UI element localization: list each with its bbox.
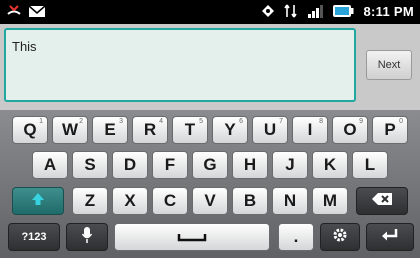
- key-d[interactable]: D: [112, 151, 148, 179]
- key-e[interactable]: E3: [92, 116, 128, 144]
- space-bar-icon: [177, 227, 207, 247]
- key-j[interactable]: J: [272, 151, 308, 179]
- key-z[interactable]: Z: [72, 187, 108, 215]
- symbols-key[interactable]: ?123: [8, 223, 60, 251]
- gear-icon: [332, 227, 348, 248]
- key-f[interactable]: F: [152, 151, 188, 179]
- compose-area: This Next: [0, 24, 420, 110]
- shift-arrow-icon: [31, 191, 45, 211]
- signal-icon: [307, 4, 324, 18]
- backspace-key[interactable]: [356, 187, 408, 215]
- key-y[interactable]: Y6: [212, 116, 248, 144]
- key-p[interactable]: P0: [372, 116, 408, 144]
- key-o[interactable]: O9: [332, 116, 368, 144]
- key-x[interactable]: X: [112, 187, 148, 215]
- shift-key[interactable]: [12, 187, 64, 215]
- key-i[interactable]: I8: [292, 116, 328, 144]
- key-c[interactable]: C: [152, 187, 188, 215]
- key-r[interactable]: R4: [132, 116, 168, 144]
- enter-key[interactable]: [366, 223, 414, 251]
- clock: 8:11 PM: [363, 3, 414, 19]
- key-g[interactable]: G: [192, 151, 228, 179]
- soft-keyboard: Q1 W2 E3 R4 T5 Y6 U7 I8 O9 P0 A S D F G …: [0, 110, 420, 258]
- message-input[interactable]: This: [4, 28, 356, 102]
- microphone-icon: [81, 226, 93, 249]
- enter-icon: [381, 227, 399, 247]
- backspace-icon: [371, 191, 393, 211]
- key-t[interactable]: T5: [172, 116, 208, 144]
- key-w[interactable]: W2: [52, 116, 88, 144]
- key-h[interactable]: H: [232, 151, 268, 179]
- key-a[interactable]: A: [32, 151, 68, 179]
- battery-icon: [332, 4, 354, 18]
- key-u[interactable]: U7: [252, 116, 288, 144]
- network-icon: [284, 3, 298, 19]
- space-key[interactable]: [114, 223, 270, 251]
- settings-key[interactable]: [320, 223, 360, 251]
- key-l[interactable]: L: [352, 151, 388, 179]
- key-b[interactable]: B: [232, 187, 268, 215]
- key-q[interactable]: Q1: [12, 116, 48, 144]
- microphone-key[interactable]: [66, 223, 108, 251]
- key-s[interactable]: S: [72, 151, 108, 179]
- status-bar: 8:11 PM: [0, 0, 420, 24]
- location-icon: [261, 4, 275, 18]
- key-n[interactable]: N: [272, 187, 308, 215]
- key-v[interactable]: V: [192, 187, 228, 215]
- key-m[interactable]: M: [312, 187, 348, 215]
- next-button[interactable]: Next: [366, 50, 412, 80]
- key-k[interactable]: K: [312, 151, 348, 179]
- message-icon: [28, 4, 46, 18]
- missed-call-icon: [6, 3, 22, 19]
- period-key[interactable]: .: [278, 223, 314, 251]
